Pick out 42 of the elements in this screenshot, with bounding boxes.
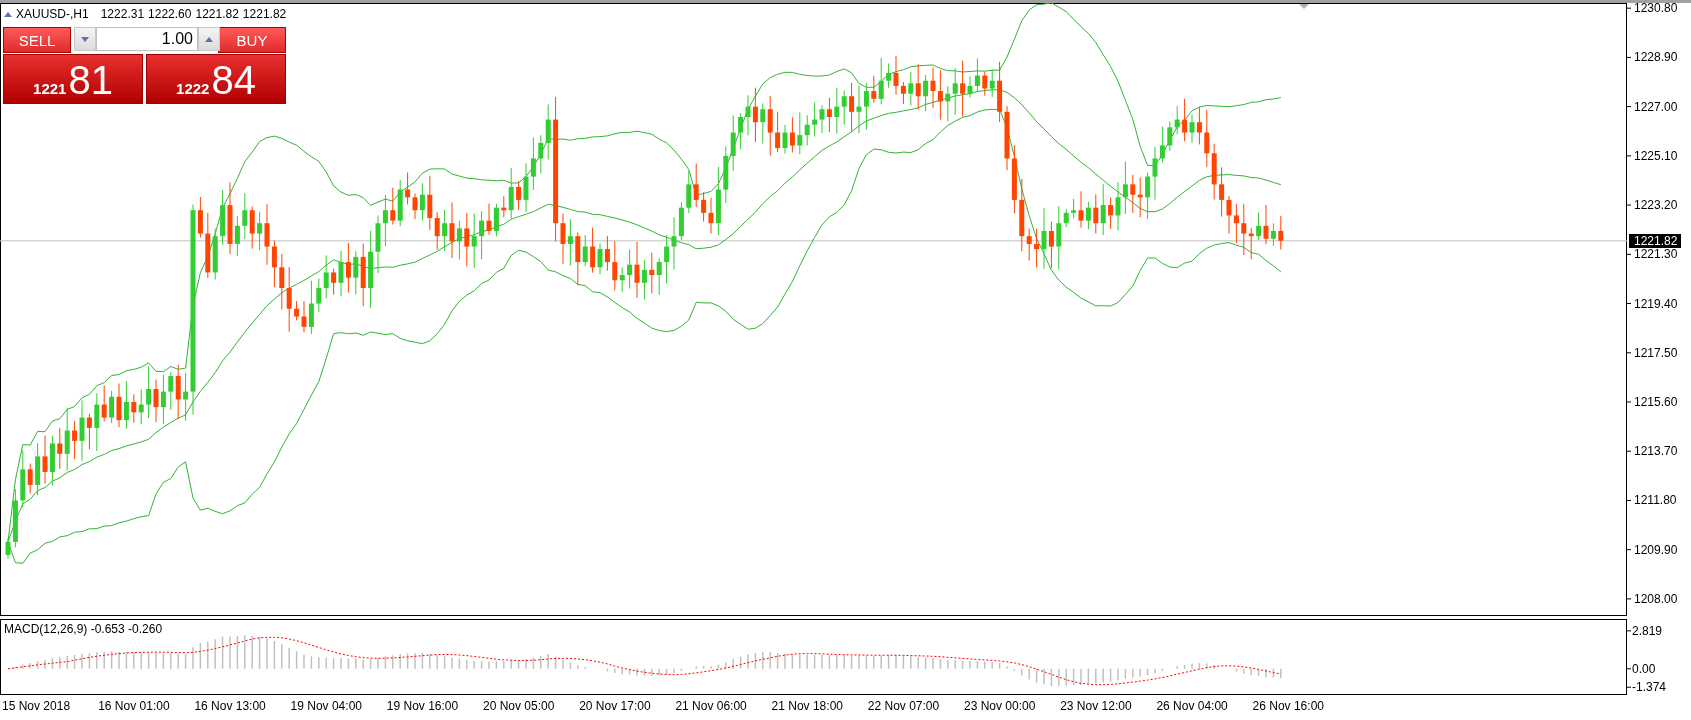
time-axis-label: 16 Nov 13:00	[194, 699, 266, 713]
sell-price-button[interactable]: 1221 81	[3, 54, 143, 104]
price-axis-label: 1223.20	[1634, 198, 1678, 213]
price-axis-label: 1219.40	[1634, 296, 1678, 311]
price-axis-label: 1213.70	[1634, 444, 1678, 459]
time-axis-label: 20 Nov 05:00	[483, 699, 555, 713]
time-axis-label: 21 Nov 18:00	[771, 699, 843, 713]
time-axis-label: 26 Nov 16:00	[1252, 699, 1324, 713]
macd-axis-label: 0.00	[1632, 661, 1656, 676]
lot-size-field[interactable]: 1.00	[96, 27, 198, 51]
time-axis-label: 20 Nov 17:00	[579, 699, 651, 713]
time-axis-label: 21 Nov 06:00	[675, 699, 747, 713]
price-axis-label: 1217.50	[1634, 345, 1678, 360]
buy-button[interactable]: BUY	[218, 27, 286, 53]
macd-axis-label: 2.819	[1632, 623, 1663, 638]
quote-value: 1222.31	[100, 7, 145, 21]
price-axis-label: 1225.10	[1634, 148, 1678, 163]
macd-axis-label: -1.374	[1632, 680, 1667, 695]
sell-button[interactable]: SELL	[3, 27, 71, 53]
buy-price-button[interactable]: 1222 84	[146, 54, 286, 104]
current-price-label: 1221.82	[1629, 233, 1682, 248]
macd-label: MACD(12,26,9) -0.653 -0.260	[4, 622, 163, 636]
time-axis-label: 19 Nov 04:00	[290, 699, 362, 713]
time-axis-label: 15 Nov 2018	[2, 699, 71, 713]
time-axis-label: 19 Nov 16:00	[386, 699, 459, 713]
time-axis-label: 23 Nov 12:00	[1060, 699, 1132, 713]
price-axis-label: 1221.30	[1634, 247, 1678, 262]
price-axis-label: 1230.80	[1634, 1, 1678, 16]
time-axis-label: 22 Nov 07:00	[867, 699, 940, 713]
symbol-label: XAUUSD-,H1	[16, 7, 89, 21]
price-axis-label: 1209.90	[1634, 542, 1678, 557]
time-axis-label: 23 Nov 00:00	[964, 699, 1036, 713]
price-axis-label: 1227.00	[1634, 99, 1678, 114]
price-axis-label: 1215.60	[1634, 395, 1678, 409]
quote-value: 1222.60	[148, 7, 192, 21]
price-axis-label: 1211.80	[1634, 493, 1677, 508]
time-axis-label: 26 Nov 04:00	[1156, 699, 1228, 713]
quote-value: 1221.82	[195, 7, 239, 21]
time-axis-label: 16 Nov 01:00	[98, 699, 170, 713]
price-axis-label: 1208.00	[1634, 591, 1678, 606]
price-axis-label: 1228.90	[1634, 50, 1678, 65]
quote-value: 1221.82	[242, 7, 287, 21]
